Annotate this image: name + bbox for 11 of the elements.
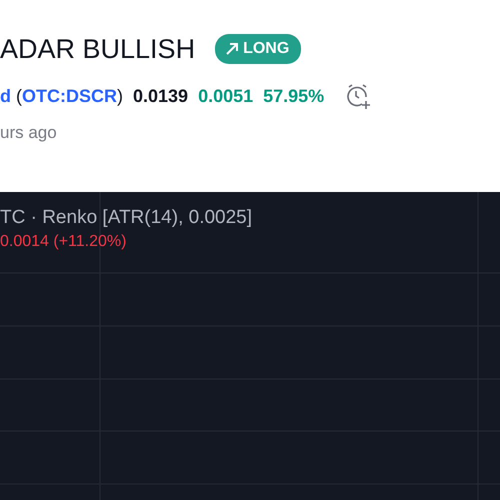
price: 0.0139 <box>133 84 188 108</box>
long-badge: LONG <box>215 34 302 64</box>
publish-time: urs ago <box>0 122 58 144</box>
arrow-up-right-icon <box>225 42 240 56</box>
price-change: 0.0051 <box>198 84 254 108</box>
percent-change: 57.95% <box>263 84 324 108</box>
chart-change: 0.0014 (+11.20%) <box>0 233 126 250</box>
symbol-link[interactable]: d (OTC:DSCR) <box>0 82 123 110</box>
chart-legend: TC · Renko [ATR(14), 0.0025] <box>0 207 252 228</box>
add-alert-icon[interactable] <box>344 82 372 110</box>
idea-title: ADAR BULLISH <box>0 33 196 66</box>
